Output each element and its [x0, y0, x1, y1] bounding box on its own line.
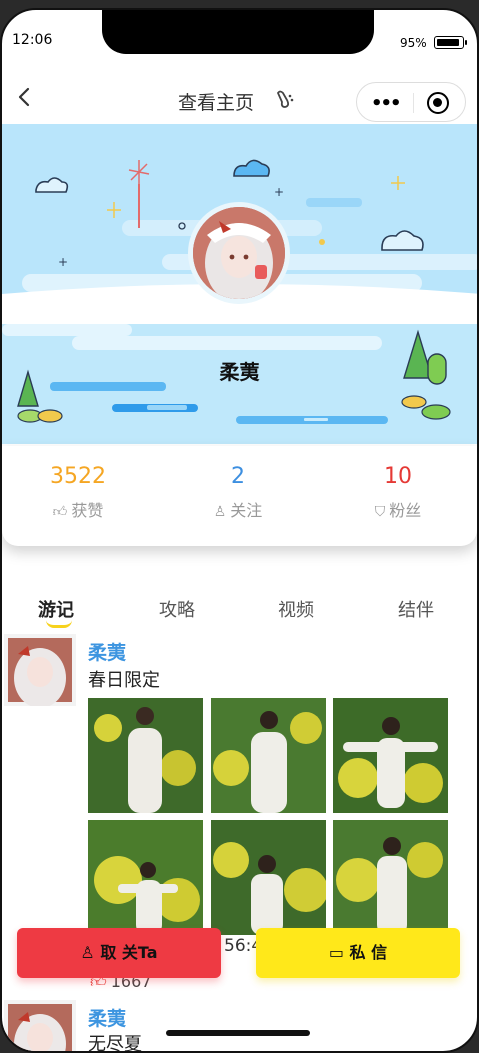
tab-active-indicator — [46, 620, 72, 628]
post-avatar[interactable] — [4, 634, 76, 706]
post-photo[interactable] — [88, 820, 203, 935]
capsule-divider — [413, 93, 414, 113]
stat-fans-value: 10 — [384, 464, 412, 489]
svg-text:+: + — [58, 255, 68, 269]
stat-fans[interactable]: 10 ⛉ 粉丝 — [338, 464, 458, 521]
post-photo[interactable] — [333, 820, 448, 935]
post-photo[interactable] — [333, 698, 448, 813]
stat-fans-label: 粉丝 — [389, 501, 422, 520]
close-target-icon[interactable] — [427, 92, 449, 114]
post-title: 无尽夏 — [88, 1034, 142, 1053]
nav-bar: 查看主页 ••• — [2, 70, 477, 124]
status-time: 12:06 — [12, 32, 53, 48]
stats-card: 3522 👍︎ 获赞 2 ♙ 关注 10 ⛉ 粉丝 — [2, 446, 477, 546]
post-title: 春日限定 — [88, 670, 160, 691]
svg-text:+: + — [274, 185, 284, 199]
message-button[interactable]: ▭ 私 信 — [256, 928, 460, 978]
shield-icon: ⛉ — [374, 504, 386, 520]
profile-name: 柔荑 — [219, 360, 260, 384]
tab-travelogue[interactable]: 游记 — [38, 596, 74, 622]
stat-likes[interactable]: 3522 👍︎ 获赞 — [18, 464, 138, 521]
thumb-up-icon: 👍︎ — [52, 504, 68, 520]
page-title: 查看主页 — [178, 92, 255, 114]
unfollow-button[interactable]: ♙ 取 关Ta — [17, 928, 221, 978]
stat-following-label: 关注 — [230, 501, 263, 520]
stat-following[interactable]: 2 ♙ 关注 — [178, 464, 298, 521]
footprint-icon[interactable] — [274, 88, 296, 110]
back-icon[interactable] — [14, 86, 36, 108]
tab-guides[interactable]: 攻略 — [159, 596, 195, 622]
battery-icon — [434, 36, 467, 49]
battery-percent: 95% — [400, 36, 427, 50]
phone-screen: 12:06 95% 查看主页 ••• + + 柔荑 3522 👍︎ 获赞 2 ♙… — [0, 8, 479, 1053]
home-indicator — [166, 1030, 310, 1036]
profile-avatar[interactable] — [188, 202, 290, 304]
post-author[interactable]: 柔荑 — [88, 1004, 126, 1031]
battery-fill — [436, 38, 460, 46]
stat-likes-label: 获赞 — [71, 501, 104, 520]
content-tabs: 游记 攻略 视频 结伴 — [2, 596, 477, 632]
chat-icon: ▭ — [328, 943, 350, 962]
notch — [102, 10, 374, 54]
more-icon[interactable]: ••• — [371, 93, 401, 114]
miniprogram-capsule: ••• — [356, 82, 466, 122]
post-photo[interactable] — [211, 698, 326, 813]
message-button-label: 私 信 — [349, 943, 388, 962]
post-photo[interactable] — [88, 698, 203, 813]
tab-videos[interactable]: 视频 — [278, 596, 314, 622]
stat-likes-value: 3522 — [50, 464, 106, 489]
user-icon: ♙ — [80, 943, 101, 962]
unfollow-button-label: 取 关Ta — [100, 943, 158, 962]
profile-banner: + + 柔荑 — [2, 124, 477, 444]
stat-following-value: 2 — [231, 464, 245, 489]
tab-companions[interactable]: 结伴 — [398, 596, 434, 622]
post-photo[interactable] — [211, 820, 326, 935]
user-icon: ♙ — [213, 504, 227, 520]
post-avatar[interactable] — [4, 1000, 76, 1051]
post-author[interactable]: 柔荑 — [88, 638, 126, 665]
